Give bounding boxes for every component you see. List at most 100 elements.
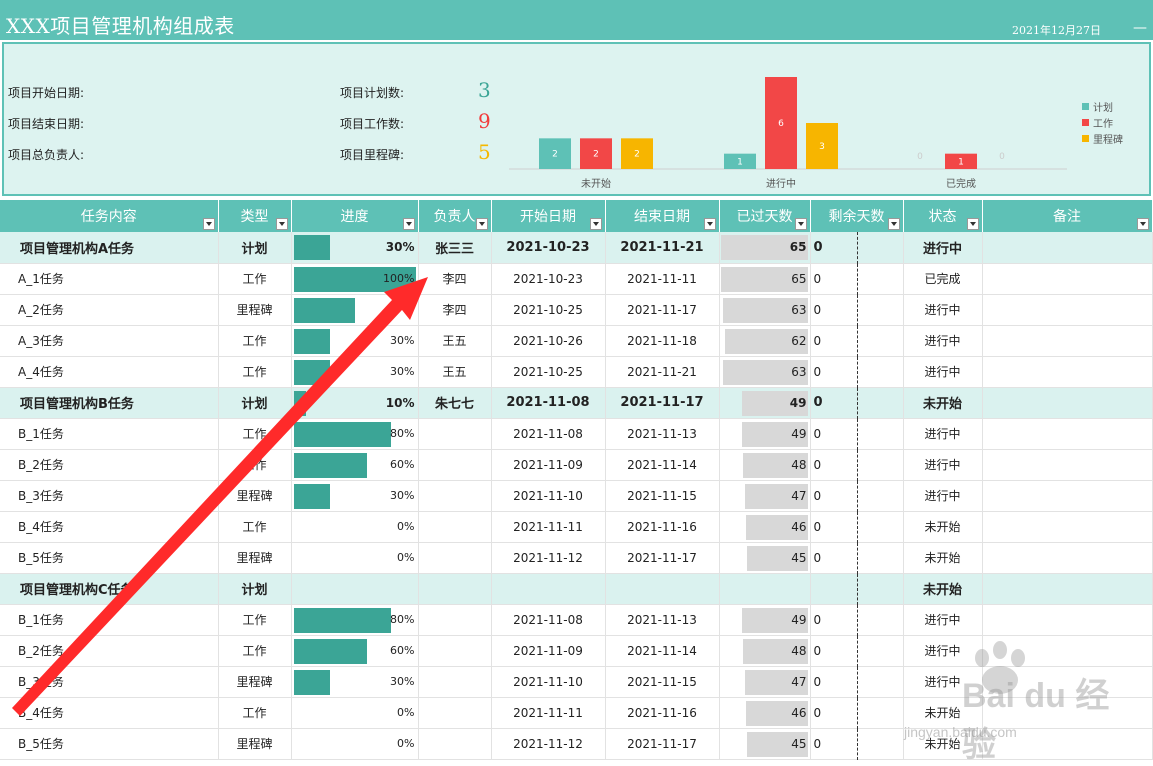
start-date-cell[interactable]: 2021-10-23 xyxy=(491,263,606,295)
notes-cell[interactable] xyxy=(982,635,1153,667)
end-date-cell[interactable]: 2021-11-13 xyxy=(605,604,720,636)
table-row[interactable]: B_1任务 工作 80% 2021-11-08 2021-11-13 49 0 进行中 xyxy=(0,418,1153,450)
task-name-cell[interactable]: B_2任务 xyxy=(0,449,219,481)
filter-dropdown-icon[interactable] xyxy=(966,218,979,230)
filter-dropdown-icon[interactable] xyxy=(475,218,488,230)
progress-cell[interactable]: 0% xyxy=(291,542,419,574)
end-date-cell[interactable]: 2021-11-13 xyxy=(605,418,720,450)
filter-dropdown-icon[interactable] xyxy=(887,218,900,230)
notes-cell[interactable] xyxy=(982,449,1153,481)
table-row[interactable]: B_3任务 里程碑 30% 2021-11-10 2021-11-15 47 0 进行中 xyxy=(0,480,1153,512)
progress-cell[interactable]: 30% xyxy=(291,232,419,264)
column-header-6[interactable]: 已过天数 xyxy=(719,200,811,232)
notes-cell[interactable] xyxy=(982,697,1153,729)
progress-cell[interactable]: 0% xyxy=(291,511,419,543)
task-name-cell[interactable]: B_3任务 xyxy=(0,666,219,698)
end-date-cell[interactable] xyxy=(605,573,720,605)
type-cell[interactable]: 工作 xyxy=(218,449,292,481)
owner-cell[interactable] xyxy=(418,666,492,698)
notes-cell[interactable] xyxy=(982,511,1153,543)
notes-cell[interactable] xyxy=(982,232,1153,264)
table-row[interactable]: B_4任务 工作 0% 2021-11-11 2021-11-16 46 0 未开始 xyxy=(0,697,1153,729)
remaining-days-cell[interactable]: 0 xyxy=(810,356,904,388)
task-name-cell[interactable]: B_4任务 xyxy=(0,511,219,543)
status-cell[interactable]: 未开始 xyxy=(903,387,983,419)
owner-cell[interactable]: 王五 xyxy=(418,325,492,357)
group-row[interactable]: 项目管理机构B任务 计划 10% 朱七七 2021-11-08 2021-11-17 49 0… xyxy=(0,387,1153,419)
filter-dropdown-icon[interactable] xyxy=(703,218,716,230)
type-cell[interactable]: 工作 xyxy=(218,418,292,450)
progress-cell[interactable]: 10% xyxy=(291,387,419,419)
task-name-cell[interactable]: B_5任务 xyxy=(0,542,219,574)
task-name-cell[interactable]: 项目管理机构C任务 xyxy=(0,573,219,605)
progress-cell[interactable]: 60% xyxy=(291,635,419,667)
type-cell[interactable]: 工作 xyxy=(218,511,292,543)
task-name-cell[interactable]: B_3任务 xyxy=(0,480,219,512)
end-date-cell[interactable]: 2021-11-18 xyxy=(605,325,720,357)
owner-cell[interactable] xyxy=(418,728,492,760)
end-date-cell[interactable]: 2021-11-21 xyxy=(605,356,720,388)
table-row[interactable]: B_5任务 里程碑 0% 2021-11-12 2021-11-17 45 0 未开始 xyxy=(0,728,1153,760)
elapsed-days-cell[interactable]: 49 xyxy=(719,604,811,636)
owner-cell[interactable]: 李四 xyxy=(418,294,492,326)
start-date-cell[interactable]: 2021-10-25 xyxy=(491,356,606,388)
type-cell[interactable]: 工作 xyxy=(218,263,292,295)
remaining-days-cell[interactable]: 0 xyxy=(810,480,904,512)
status-cell[interactable]: 进行中 xyxy=(903,449,983,481)
filter-dropdown-icon[interactable] xyxy=(1136,218,1149,230)
notes-cell[interactable] xyxy=(982,542,1153,574)
start-date-cell[interactable]: 2021-11-08 xyxy=(491,418,606,450)
notes-cell[interactable] xyxy=(982,604,1153,636)
type-cell[interactable]: 工作 xyxy=(218,325,292,357)
owner-cell[interactable] xyxy=(418,573,492,605)
table-row[interactable]: B_1任务 工作 80% 2021-11-08 2021-11-13 49 0 进行中 xyxy=(0,604,1153,636)
elapsed-days-cell[interactable]: 47 xyxy=(719,480,811,512)
table-row[interactable]: B_3任务 里程碑 30% 2021-11-10 2021-11-15 47 0 进行中 xyxy=(0,666,1153,698)
owner-cell[interactable]: 李四 xyxy=(418,263,492,295)
type-cell[interactable]: 计划 xyxy=(218,232,292,264)
group-row[interactable]: 项目管理机构A任务 计划 30% 张三三 2021-10-23 2021-11-21 65 0… xyxy=(0,232,1153,264)
task-name-cell[interactable]: B_2任务 xyxy=(0,635,219,667)
remaining-days-cell[interactable]: 0 xyxy=(810,263,904,295)
remaining-days-cell[interactable]: 0 xyxy=(810,449,904,481)
remaining-days-cell[interactable]: 0 xyxy=(810,325,904,357)
owner-cell[interactable] xyxy=(418,480,492,512)
elapsed-days-cell[interactable]: 62 xyxy=(719,325,811,357)
status-cell[interactable]: 进行中 xyxy=(903,666,983,698)
status-cell[interactable]: 未开始 xyxy=(903,511,983,543)
progress-cell[interactable] xyxy=(291,294,419,326)
owner-cell[interactable]: 张三三 xyxy=(418,232,492,264)
elapsed-days-cell[interactable]: 46 xyxy=(719,511,811,543)
notes-cell[interactable] xyxy=(982,263,1153,295)
status-cell[interactable]: 已完成 xyxy=(903,263,983,295)
start-date-cell[interactable]: 2021-11-09 xyxy=(491,635,606,667)
progress-cell[interactable]: 30% xyxy=(291,356,419,388)
type-cell[interactable]: 里程碑 xyxy=(218,666,292,698)
filter-dropdown-icon[interactable] xyxy=(402,218,415,230)
start-date-cell[interactable]: 2021-11-12 xyxy=(491,542,606,574)
start-date-cell[interactable] xyxy=(491,573,606,605)
end-date-cell[interactable]: 2021-11-17 xyxy=(605,728,720,760)
task-name-cell[interactable]: A_3任务 xyxy=(0,325,219,357)
type-cell[interactable]: 工作 xyxy=(218,697,292,729)
remaining-days-cell[interactable]: 0 xyxy=(810,418,904,450)
notes-cell[interactable] xyxy=(982,573,1153,605)
elapsed-days-cell[interactable]: 63 xyxy=(719,356,811,388)
owner-cell[interactable] xyxy=(418,511,492,543)
end-date-cell[interactable]: 2021-11-15 xyxy=(605,480,720,512)
progress-cell[interactable]: 60% xyxy=(291,449,419,481)
notes-cell[interactable] xyxy=(982,728,1153,760)
owner-cell[interactable]: 朱七七 xyxy=(418,387,492,419)
elapsed-days-cell[interactable]: 63 xyxy=(719,294,811,326)
column-header-7[interactable]: 剩余天数 xyxy=(810,200,904,232)
status-cell[interactable]: 进行中 xyxy=(903,604,983,636)
remaining-days-cell[interactable]: 0 xyxy=(810,511,904,543)
end-date-cell[interactable]: 2021-11-14 xyxy=(605,635,720,667)
type-cell[interactable]: 工作 xyxy=(218,356,292,388)
status-cell[interactable]: 进行中 xyxy=(903,480,983,512)
group-row[interactable]: 项目管理机构C任务 计划 未开始 xyxy=(0,573,1153,605)
notes-cell[interactable] xyxy=(982,294,1153,326)
column-header-5[interactable]: 结束日期 xyxy=(605,200,720,232)
elapsed-days-cell[interactable]: 45 xyxy=(719,728,811,760)
progress-cell[interactable]: 100% xyxy=(291,263,419,295)
